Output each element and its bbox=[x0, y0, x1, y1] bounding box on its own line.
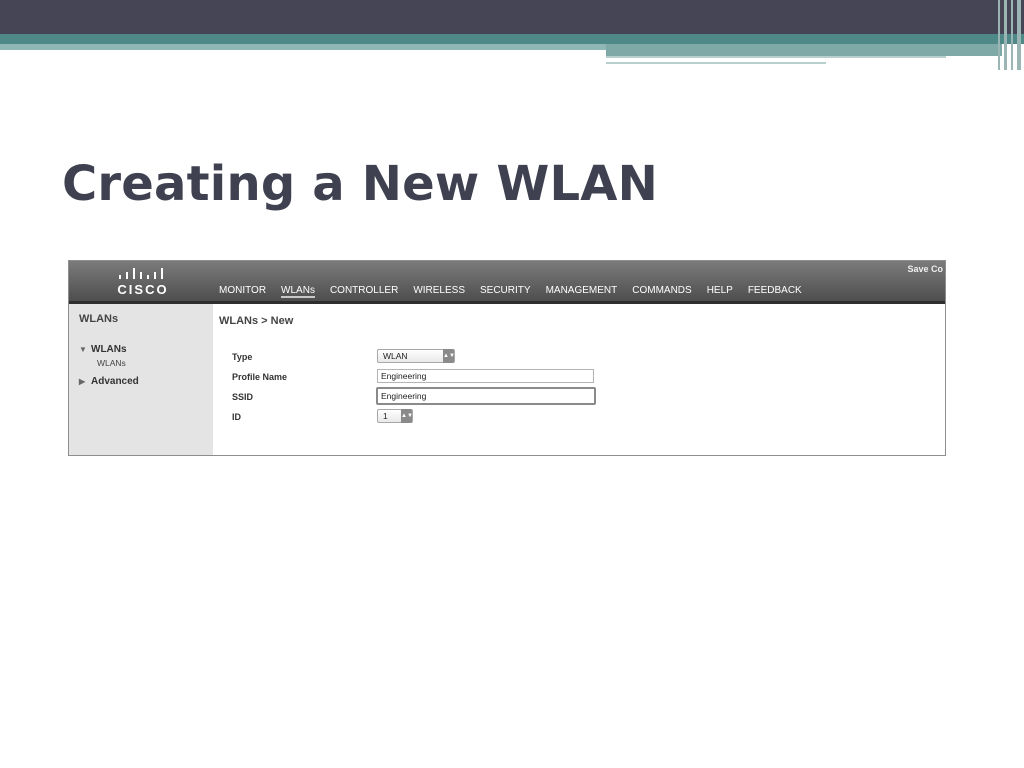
nav-wireless[interactable]: WIRELESS bbox=[413, 284, 465, 298]
wlc-screenshot: CISCO Save Co MONITOR WLANs CONTROLLER W… bbox=[68, 260, 946, 456]
select-arrows-icon: ▲▼ bbox=[443, 349, 455, 363]
cisco-header: CISCO Save Co MONITOR WLANs CONTROLLER W… bbox=[69, 261, 945, 301]
cisco-logo-text: CISCO bbox=[117, 282, 169, 297]
slide-title: Creating a New WLAN bbox=[62, 156, 659, 212]
profile-name-input[interactable]: Engineering bbox=[377, 369, 594, 383]
cisco-bars-icon bbox=[117, 267, 169, 279]
id-select[interactable]: 1 ▲▼ bbox=[377, 409, 413, 423]
nav-feedback[interactable]: FEEDBACK bbox=[748, 284, 802, 298]
cisco-logo[interactable]: CISCO bbox=[113, 267, 173, 297]
tree-item-advanced[interactable]: ▶ Advanced bbox=[79, 376, 139, 387]
expanded-arrow-icon: ▼ bbox=[79, 345, 87, 354]
tree-item-advanced-label: Advanced bbox=[91, 376, 139, 387]
type-select[interactable]: WLAN ▲▼ bbox=[377, 349, 455, 363]
slide-teal-light-band bbox=[0, 44, 606, 50]
sidebar-title: WLANs bbox=[79, 313, 119, 325]
slide-right-stripes bbox=[994, 0, 1024, 70]
nav-management[interactable]: MANAGEMENT bbox=[546, 284, 618, 298]
ssid-input[interactable]: Engineering bbox=[376, 387, 596, 405]
main-content: WLANs > New Type WLAN ▲▼ Profile Name En… bbox=[213, 304, 945, 455]
type-select-value: WLAN bbox=[383, 351, 408, 361]
nav-commands[interactable]: COMMANDS bbox=[632, 284, 691, 298]
tree-item-wlans[interactable]: ▼ WLANs bbox=[79, 344, 127, 355]
slide-top-bar bbox=[0, 0, 1024, 34]
save-configuration-link[interactable]: Save Co bbox=[907, 264, 943, 274]
tree-item-wlans-label: WLANs bbox=[91, 344, 127, 355]
nav-security[interactable]: SECURITY bbox=[480, 284, 531, 298]
nav-controller[interactable]: CONTROLLER bbox=[330, 284, 398, 298]
type-label: Type bbox=[232, 352, 253, 362]
id-select-value: 1 bbox=[383, 411, 388, 421]
select-arrows-icon: ▲▼ bbox=[401, 409, 413, 423]
nav-monitor[interactable]: MONITOR bbox=[219, 284, 266, 298]
main-nav: MONITOR WLANs CONTROLLER WIRELESS SECURI… bbox=[219, 284, 817, 298]
slide-deco-lines bbox=[606, 56, 1006, 70]
nav-help[interactable]: HELP bbox=[707, 284, 733, 298]
collapsed-arrow-icon: ▶ bbox=[79, 377, 86, 386]
id-label: ID bbox=[232, 412, 241, 422]
breadcrumb: WLANs > New bbox=[219, 315, 294, 327]
slide-teal-light-band-right bbox=[606, 44, 1002, 56]
profile-name-label: Profile Name bbox=[232, 372, 288, 382]
sidebar: WLANs ▼ WLANs WLANs ▶ Advanced bbox=[69, 304, 213, 455]
slide-teal-band bbox=[0, 34, 1024, 44]
tree-subitem-wlans[interactable]: WLANs bbox=[97, 358, 126, 368]
ssid-label: SSID bbox=[232, 392, 254, 402]
nav-wlans[interactable]: WLANs bbox=[281, 284, 315, 298]
